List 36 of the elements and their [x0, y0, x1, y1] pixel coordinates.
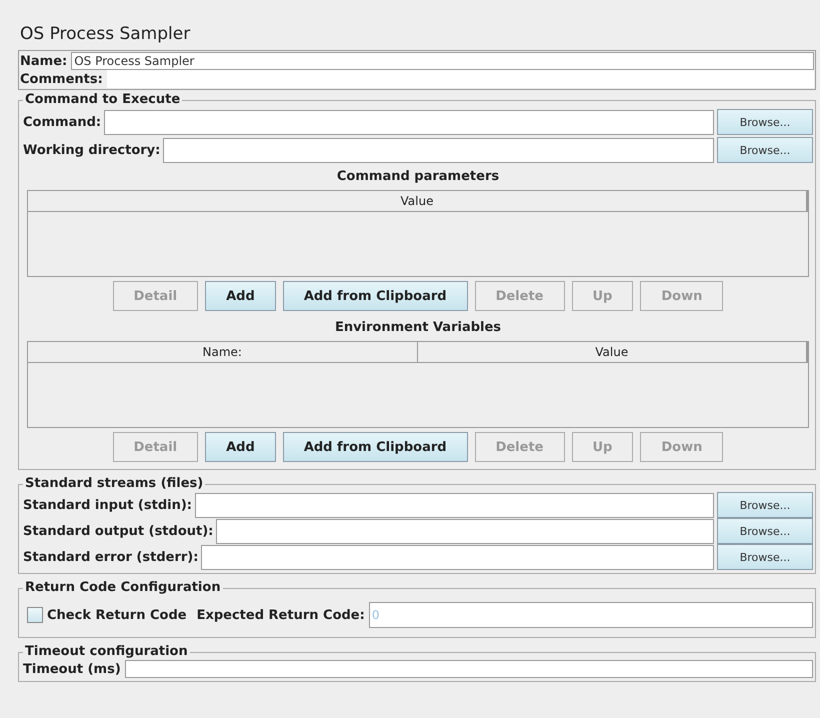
- text-field[interactable]: [216, 518, 714, 544]
- text-field[interactable]: [163, 138, 714, 162]
- table-heading: Command parameters: [336, 168, 500, 186]
- browse-button[interactable]: Browse...: [717, 109, 813, 135]
- section-legend: Command to Execute: [23, 92, 182, 108]
- field-label: Timeout (ms): [23, 662, 121, 676]
- field-label: Working directory:: [23, 142, 160, 158]
- comments-label: Comments:: [20, 72, 103, 86]
- checkbox[interactable]: [27, 607, 43, 623]
- text-field[interactable]: [201, 544, 714, 570]
- section-legend: Timeout configuration: [23, 644, 190, 660]
- comments-field[interactable]: [106, 70, 814, 88]
- browse-button[interactable]: Browse...: [717, 137, 813, 163]
- text-field[interactable]: [195, 492, 714, 518]
- checkbox-label: Check Return Code: [47, 608, 187, 622]
- text-field[interactable]: [104, 110, 714, 134]
- section-legend: Return Code Configuration: [23, 580, 223, 596]
- field-label: Expected Return Code:: [196, 608, 365, 622]
- table-button[interactable]: Add: [205, 281, 276, 311]
- browse-button[interactable]: Browse...: [717, 518, 813, 544]
- field-label: Standard error (stderr):: [23, 550, 198, 564]
- browse-button[interactable]: Browse...: [717, 492, 813, 518]
- table-button[interactable]: Add from Clipboard: [282, 432, 468, 462]
- name-label: Name:: [20, 54, 68, 68]
- column-header[interactable]: Value: [418, 342, 808, 362]
- browse-button[interactable]: Browse...: [717, 544, 813, 570]
- table-button[interactable]: Add: [205, 432, 276, 462]
- table-button[interactable]: Add from Clipboard: [282, 281, 468, 311]
- section-legend: Standard streams (files): [23, 476, 206, 492]
- timeout-field[interactable]: [124, 660, 813, 678]
- field-label: Standard output (stdout):: [23, 524, 214, 538]
- table-heading: Environment Variables: [334, 319, 502, 337]
- field-label: Standard input (stdin):: [23, 498, 192, 512]
- panel-title: OS Process Sampler: [19, 23, 192, 46]
- name-field[interactable]: OS Process Sampler: [71, 52, 814, 70]
- field-label: Command:: [23, 114, 102, 130]
